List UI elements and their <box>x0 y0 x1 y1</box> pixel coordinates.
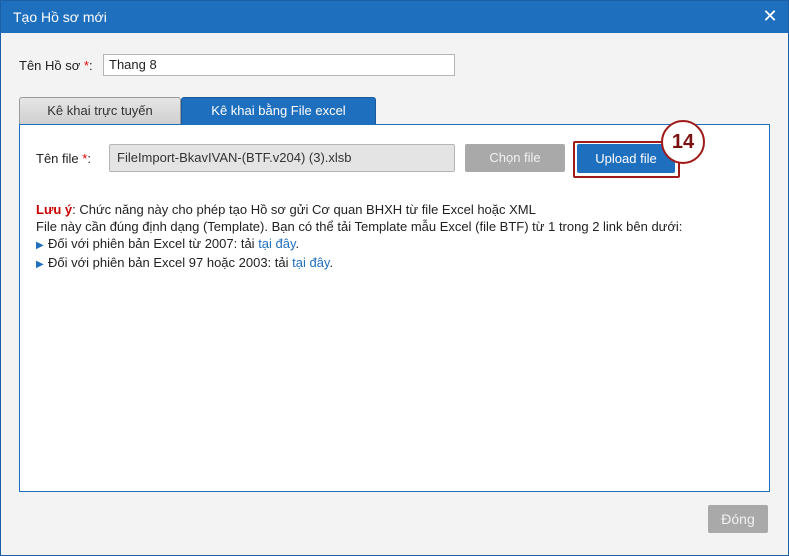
dialog-title: Tạo Hồ sơ mới <box>13 9 107 25</box>
upload-file-button[interactable]: Upload file <box>577 144 675 173</box>
download-link-97-2003[interactable]: tại đây <box>292 255 329 270</box>
excel-tab-panel: Tên file *: FileImport-BkavIVAN-(BTF.v20… <box>19 120 770 492</box>
notes-section: Lưu ý: Chức năng này cho phép tạo Hồ sơ … <box>36 201 759 273</box>
template-link-item-97-2003: ▶ Đối với phiên bản Excel 97 hoặc 2003: t… <box>36 254 759 273</box>
file-name-field: FileImport-BkavIVAN-(BTF.v204) (3).xlsb <box>109 144 455 172</box>
record-name-label: Tên Hồ sơ *: <box>19 58 93 73</box>
create-record-dialog: Tạo Hồ sơ mới ✕ Tên Hồ sơ *: Thang 8 Kê … <box>0 0 789 556</box>
tab-excel-declaration[interactable]: Kê khai bằng File excel <box>181 97 376 124</box>
note-title: Lưu ý <box>36 202 73 217</box>
note-line-2: File này cần đúng định dạng (Template). … <box>36 219 683 234</box>
close-icon[interactable]: ✕ <box>760 6 780 26</box>
triangle-right-icon: ▶ <box>36 259 44 270</box>
note-description: : Chức năng này cho phép tạo Hồ sơ gửi C… <box>72 202 536 217</box>
tab-online-declaration[interactable]: Kê khai trực tuyến <box>19 97 181 124</box>
download-link-2007[interactable]: tại đây <box>258 236 295 251</box>
triangle-right-icon: ▶ <box>36 240 44 251</box>
step-number-badge: 14 <box>661 120 705 164</box>
choose-file-button[interactable]: Chọn file <box>465 144 565 172</box>
note-line-1: Lưu ý: Chức năng này cho phép tạo Hồ sơ … <box>36 201 759 218</box>
record-name-input[interactable]: Thang 8 <box>103 54 455 76</box>
template-link-item-2007: ▶ Đối với phiên bản Excel từ 2007: tải tạ… <box>36 235 759 254</box>
close-button[interactable]: Đóng <box>708 505 768 533</box>
file-name-label: Tên file *: <box>36 151 91 166</box>
dialog-titlebar: Tạo Hồ sơ mới ✕ <box>1 1 788 33</box>
